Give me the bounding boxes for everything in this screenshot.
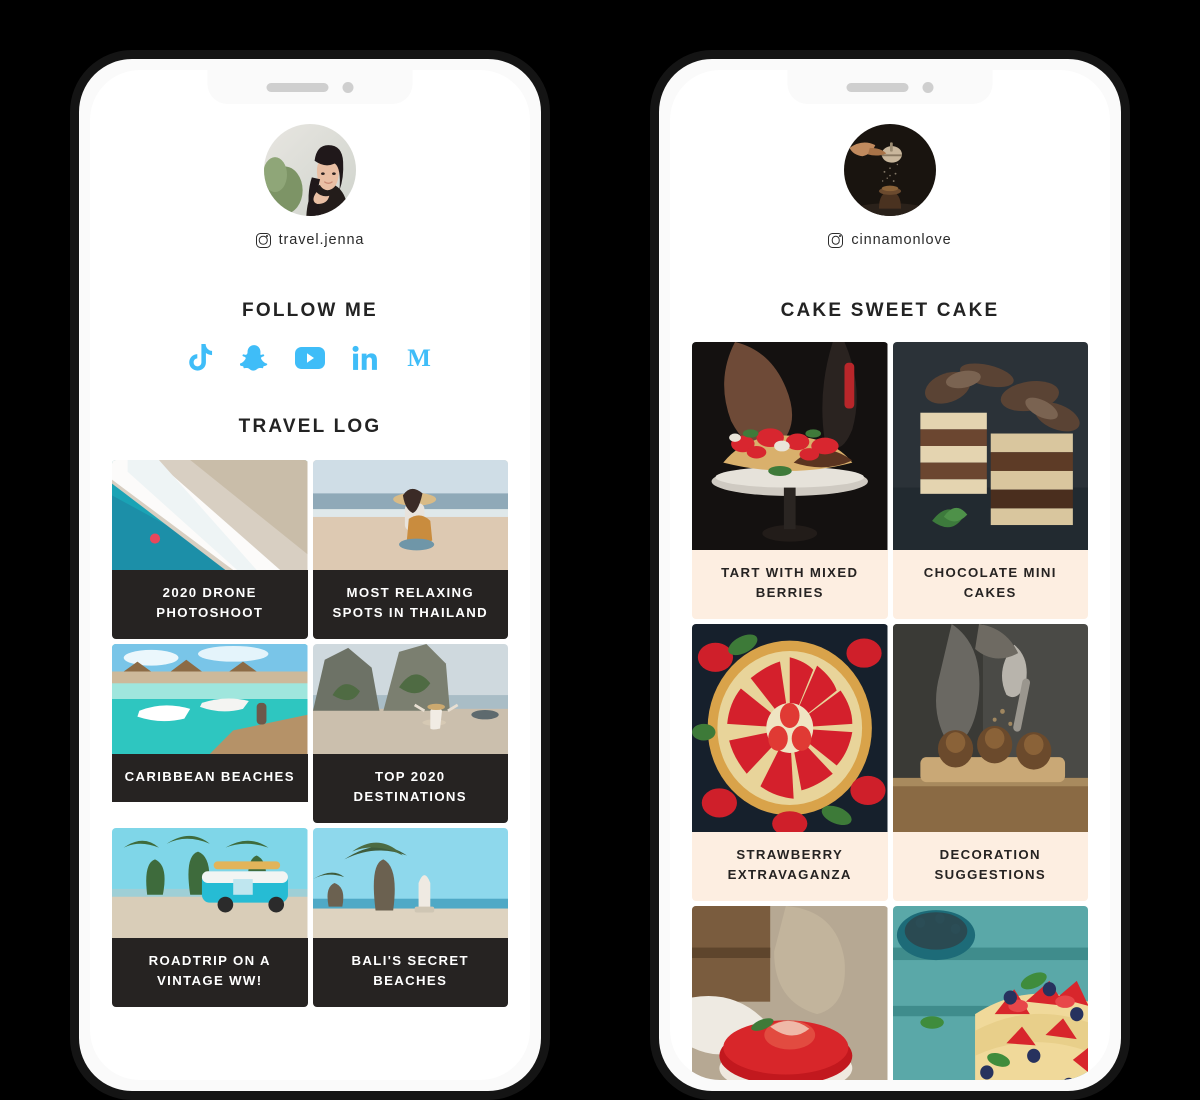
gallery-tile[interactable] [892,905,1088,1080]
travel-page-content: travel.jenna FOLLOW ME M TRAVEL LOG 2020… [90,70,530,1080]
youtube-icon[interactable] [295,344,325,372]
gallery-tile[interactable]: STRAWBERRY EXTRAVAGANZA [692,623,888,901]
social-links-row: M [90,344,530,372]
tile-caption: DECORATION SUGGESTIONS [892,831,1088,901]
tile-caption: CARIBBEAN BEACHES [112,753,308,803]
linkedin-icon[interactable] [352,344,378,372]
instagram-icon [828,232,844,248]
phone-travel-screen: travel.jenna FOLLOW ME M TRAVEL LOG 2020… [90,70,530,1080]
cake-gallery-grid: TART WITH MIXED BERRIES CHOCOLATE MINI C… [670,342,1110,1080]
tile-caption: 2020 DRONE PHOTOSHOOT [112,570,308,639]
cake-heading: CAKE SWEET CAKE [780,300,1000,321]
travel-log-heading: TRAVEL LOG [238,416,382,437]
cake-page-content: cinnamonlove CAKE SWEET CAKE TART WITH M… [670,70,1110,1080]
avatar [264,124,356,216]
profile-handle[interactable]: cinnamonlove [670,232,1110,248]
phone-cake-screen: cinnamonlove CAKE SWEET CAKE TART WITH M… [670,70,1110,1080]
gallery-tile[interactable]: DECORATION SUGGESTIONS [892,623,1088,901]
tiktok-icon[interactable] [187,344,213,372]
follow-me-heading: FOLLOW ME [242,300,378,321]
instagram-icon [255,232,271,248]
tile-caption: TART WITH MIXED BERRIES [692,550,888,619]
phone-mockup-stage: travel.jenna FOLLOW ME M TRAVEL LOG 2020… [0,0,1200,1100]
gallery-tile[interactable]: MOST RELAXING SPOTS IN THAILAND [312,460,508,639]
earpiece-speaker [846,82,909,92]
tile-caption: MOST RELAXING SPOTS IN THAILAND [312,570,508,639]
tile-caption: TOP 2020 DESTINATIONS [312,753,508,823]
profile-handle-text: travel.jenna [278,232,365,248]
medium-icon[interactable]: M [405,344,433,372]
tile-caption: CHOCOLATE MINI CAKES [892,550,1088,619]
phone-cake: cinnamonlove CAKE SWEET CAKE TART WITH M… [650,50,1130,1100]
gallery-tile[interactable]: TART WITH MIXED BERRIES [692,342,888,619]
profile-handle[interactable]: travel.jenna [90,232,530,248]
gallery-tile[interactable]: CHOCOLATE MINI CAKES [892,342,1088,619]
gallery-tile[interactable]: TOP 2020 DESTINATIONS [312,643,508,823]
tile-caption: STRAWBERRY EXTRAVAGANZA [692,831,888,901]
phone-notch [787,70,993,104]
travel-log-grid: 2020 DRONE PHOTOSHOOT MOST RELAXING SPOT… [90,460,530,1007]
phone-notch [207,70,413,104]
svg-text:M: M [407,345,431,372]
snapchat-icon[interactable] [240,344,268,372]
tile-caption: BALI'S SECRET BEACHES [312,937,508,1007]
gallery-tile[interactable]: 2020 DRONE PHOTOSHOOT [112,460,308,639]
avatar [844,124,936,216]
earpiece-speaker [266,82,329,92]
gallery-tile[interactable] [692,905,888,1080]
gallery-tile[interactable]: BALI'S SECRET BEACHES [312,827,508,1007]
gallery-tile[interactable]: ROADTRIP ON A VINTAGE WW! [112,827,308,1007]
profile-handle-text: cinnamonlove [851,232,952,248]
tile-caption: ROADTRIP ON A VINTAGE WW! [112,937,308,1007]
front-camera-icon [342,81,354,93]
front-camera-icon [922,81,934,93]
phone-travel: travel.jenna FOLLOW ME M TRAVEL LOG 2020… [70,50,550,1100]
gallery-tile[interactable]: CARIBBEAN BEACHES [112,643,308,823]
